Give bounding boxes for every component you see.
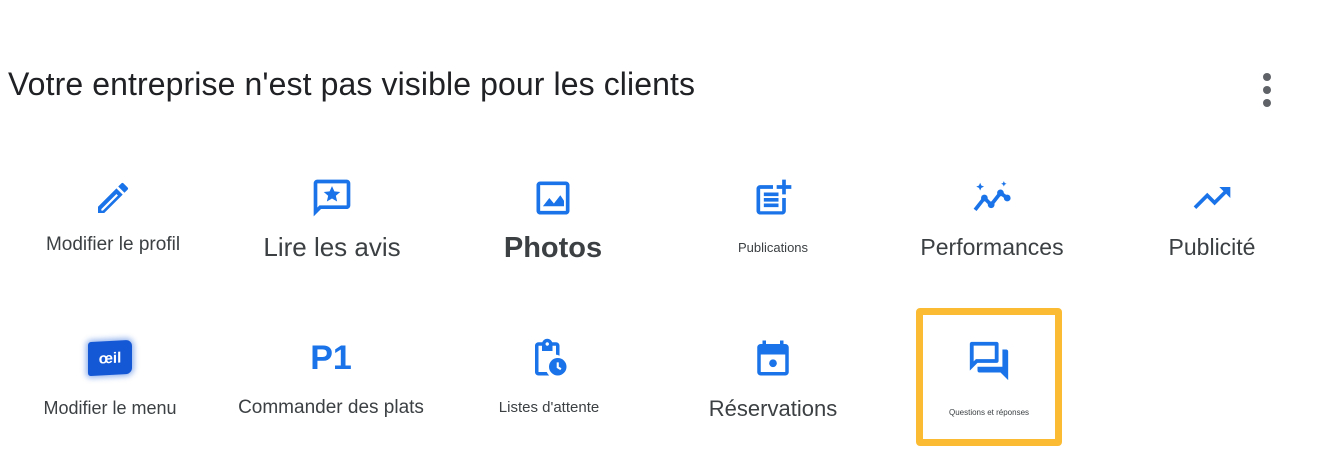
waitlist-clock-icon	[527, 336, 571, 380]
order-food-label: Commander des plats	[238, 397, 424, 418]
review-star-icon	[310, 176, 354, 220]
performances-button[interactable]: Performances	[882, 176, 1102, 296]
reservations-button[interactable]: Réservations	[663, 336, 883, 456]
questions-answers-button[interactable]: Questions et réponses	[916, 308, 1062, 446]
more-vert-icon	[1263, 73, 1271, 81]
more-vert-icon-dot	[1263, 99, 1271, 107]
order-food-button[interactable]: P1 Commander des plats	[221, 336, 441, 456]
waitlists-label: Listes d'attente	[498, 399, 600, 416]
photos-button[interactable]: Photos	[443, 176, 663, 296]
trending-up-icon	[1190, 176, 1234, 220]
question-answer-icon	[965, 337, 1013, 385]
waitlists-button[interactable]: Listes d'attente	[439, 336, 659, 456]
read-reviews-label: Lire les avis	[263, 232, 401, 262]
more-options-button[interactable]	[1254, 72, 1280, 108]
publications-label: Publications	[737, 240, 809, 255]
questions-answers-label: Questions et réponses	[948, 408, 1030, 417]
calendar-icon	[751, 336, 795, 380]
edit-menu-label: Modifier le menu	[43, 398, 177, 418]
photo-icon	[531, 176, 575, 220]
edit-profile-label: Modifier le profil	[45, 234, 181, 255]
more-vert-icon-dot	[1263, 86, 1271, 94]
menu-oeil-badge: œil	[88, 339, 132, 377]
performances-label: Performances	[920, 234, 1064, 260]
p1-icon: P1	[309, 336, 353, 380]
read-reviews-button[interactable]: Lire les avis	[222, 176, 442, 296]
performance-sparkle-icon	[970, 176, 1014, 220]
publications-button[interactable]: Publications	[663, 176, 883, 296]
p1-text: P1	[310, 339, 352, 377]
page-title: Votre entreprise n'est pas visible pour …	[8, 66, 696, 102]
post-add-icon	[751, 176, 795, 220]
menu-oeil-icon: œil	[88, 336, 132, 380]
advertising-label: Publicité	[1168, 234, 1256, 260]
edit-profile-button[interactable]: Modifier le profil	[3, 176, 223, 296]
edit-menu-button[interactable]: œil Modifier le menu	[0, 336, 220, 456]
advertising-button[interactable]: Publicité	[1102, 176, 1322, 296]
edit-pencil-icon	[91, 176, 135, 220]
reservations-label: Réservations	[708, 396, 838, 421]
photos-label: Photos	[503, 232, 603, 264]
